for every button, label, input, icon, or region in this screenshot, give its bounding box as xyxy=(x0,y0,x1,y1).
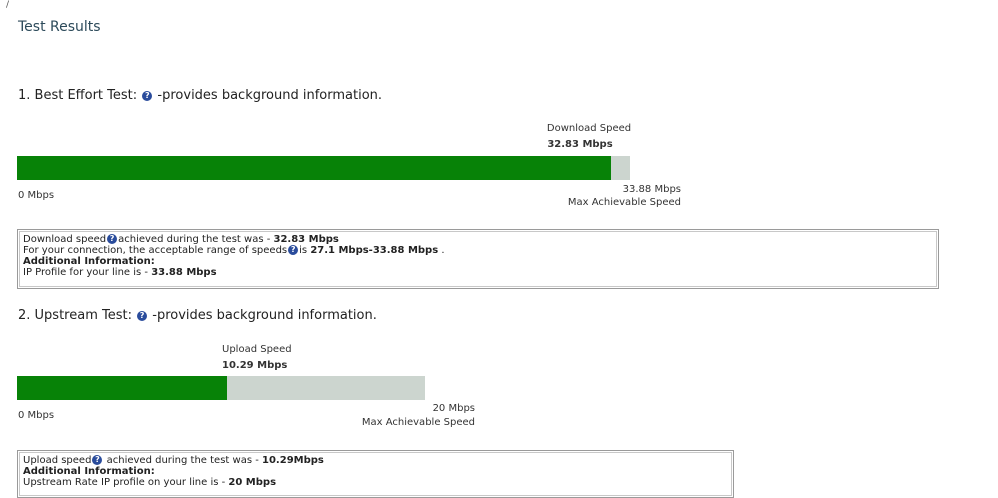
upload-max-value: 20 Mbps xyxy=(432,403,475,414)
download-max-caption: Max Achievable Speed xyxy=(567,197,681,208)
upstream-heading-suffix: -provides background information. xyxy=(152,308,377,323)
upstream-profile-value: 20 Mbps xyxy=(228,477,277,488)
corner-mark: / xyxy=(6,0,10,10)
upload-detail-value: 10.29Mbps xyxy=(262,455,324,466)
download-speed-caption: Download Speed xyxy=(546,123,632,134)
upload-speed-bar xyxy=(17,376,425,400)
acceptable-range-line: For your connection, the acceptable rang… xyxy=(23,245,933,256)
question-icon[interactable]: ? xyxy=(137,311,148,321)
upload-details-box: Upload speed? achieved during the test w… xyxy=(17,450,734,498)
best-effort-heading-label: 1. Best Effort Test: xyxy=(18,88,138,103)
upload-detail-label: Upload speed xyxy=(23,455,92,466)
upload-speed-bar-fill xyxy=(17,376,227,400)
acceptable-range-text: is xyxy=(299,245,311,256)
acceptable-range-suffix: . xyxy=(438,245,445,256)
upload-speed-caption: Upload Speed xyxy=(222,344,292,355)
page-title: Test Results xyxy=(18,19,101,35)
upload-max-caption: Max Achievable Speed xyxy=(361,417,475,428)
acceptable-range-value: 27.1 Mbps-33.88 Mbps xyxy=(310,245,439,256)
question-icon[interactable]: ? xyxy=(107,234,118,244)
upload-detail-text: achieved during the test was - xyxy=(103,455,263,466)
upstream-profile-label: Upstream Rate IP profile on your line is… xyxy=(23,477,229,488)
upload-min-label: 0 Mbps xyxy=(18,410,55,421)
question-icon[interactable]: ? xyxy=(142,91,153,101)
upload-detail-line: Upload speed? achieved during the test w… xyxy=(23,455,728,466)
download-min-label: 0 Mbps xyxy=(18,190,55,201)
download-speed-bar-fill xyxy=(17,156,611,180)
ip-profile-label: IP Profile for your line is - xyxy=(23,267,152,278)
acceptable-range-label: For your connection, the acceptable rang… xyxy=(23,245,288,256)
upstream-profile-line: Upstream Rate IP profile on your line is… xyxy=(23,477,728,488)
upload-additional-info-heading: Additional Information: xyxy=(23,466,155,477)
best-effort-heading-suffix: -provides background information. xyxy=(157,88,383,103)
upload-speed-value: 10.29 Mbps xyxy=(222,360,288,371)
download-speed-value: 32.83 Mbps xyxy=(547,139,613,150)
download-detail-value: 32.83 Mbps xyxy=(273,234,339,245)
ip-profile-line: IP Profile for your line is - 33.88 Mbps xyxy=(23,267,933,278)
upstream-heading: 2. Upstream Test: ? -provides background… xyxy=(18,308,377,323)
upstream-heading-label: 2. Upstream Test: xyxy=(18,308,132,323)
question-icon[interactable]: ? xyxy=(288,245,299,255)
best-effort-heading: 1. Best Effort Test: ? -provides backgro… xyxy=(18,88,382,103)
download-details-box: Download speed? achieved during the test … xyxy=(17,229,939,289)
ip-profile-value: 33.88 Mbps xyxy=(151,267,217,278)
additional-info-heading: Additional Information: xyxy=(23,256,155,267)
download-detail-label: Download speed xyxy=(23,234,107,245)
download-speed-bar xyxy=(17,156,630,180)
download-max-value: 33.88 Mbps xyxy=(622,184,681,195)
question-icon[interactable]: ? xyxy=(92,455,103,465)
download-detail-line: Download speed? achieved during the test … xyxy=(23,234,933,245)
download-detail-text: achieved during the test was - xyxy=(118,234,274,245)
